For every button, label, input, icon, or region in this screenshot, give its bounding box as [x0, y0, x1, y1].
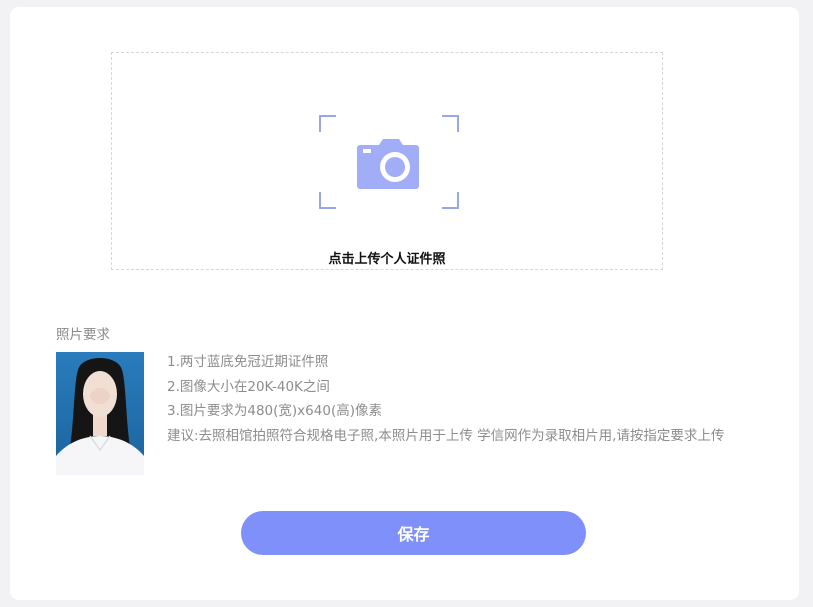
sample-photo-image [56, 352, 144, 475]
photo-upload-card: 点击上传个人证件照 照片要求 1.两寸蓝底免冠近期证件照 2.图像大小在20K-… [10, 7, 799, 600]
photo-upload-area[interactable]: 点击上传个人证件照 [111, 52, 663, 270]
requirement-item: 2.图像大小在20K-40K之间 [167, 378, 330, 395]
requirement-suggestion: 建议:去照相馆拍照符合规格电子照,本照片用于上传 学信网作为录取相片用,请按指定… [167, 427, 725, 444]
save-button[interactable]: 保存 [241, 511, 586, 555]
requirements-list: 1.两寸蓝底免冠近期证件照 2.图像大小在20K-40K之间 3.图片要求为48… [167, 350, 724, 448]
requirement-item: 3.图片要求为480(宽)x640(高)像素 [167, 403, 382, 419]
requirement-item: 1.两寸蓝底免冠近期证件照 [167, 354, 329, 370]
camera-icon [319, 115, 459, 209]
requirements-title: 照片要求 [56, 327, 110, 343]
camera-shape [357, 139, 419, 189]
upload-label: 点击上传个人证件照 [328, 252, 446, 267]
